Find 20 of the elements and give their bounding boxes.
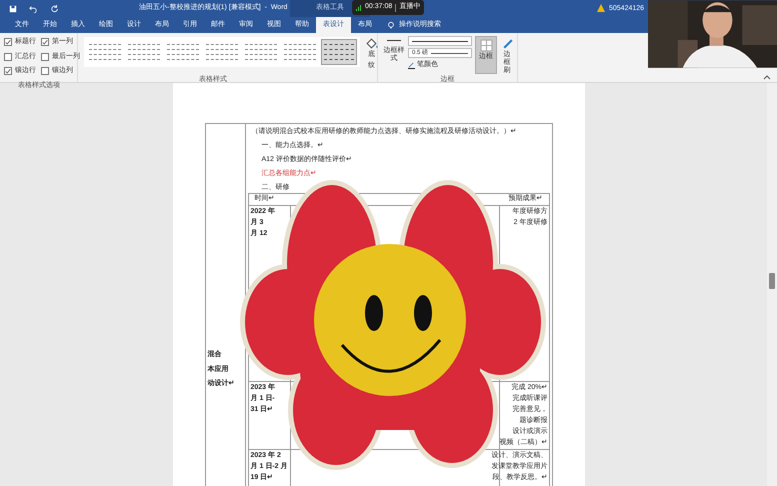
undo-icon[interactable]	[29, 4, 37, 12]
checkbox[interactable]	[4, 67, 12, 76]
save-icon[interactable]	[9, 4, 17, 12]
checkbox[interactable]	[41, 52, 49, 61]
checkbox[interactable]	[4, 38, 12, 46]
signal-icon	[356, 4, 362, 10]
redo-icon[interactable]	[51, 4, 59, 12]
warning-icon	[597, 4, 605, 12]
paint-bucket-icon	[365, 37, 378, 50]
borders-icon	[480, 39, 492, 52]
collapse-ribbon-icon[interactable]	[763, 75, 771, 80]
table-style-thumbnail[interactable]	[321, 39, 357, 65]
brush-icon	[500, 38, 514, 51]
checkbox[interactable]	[4, 52, 12, 61]
pen-icon	[408, 62, 415, 69]
checkbox[interactable]	[41, 67, 49, 76]
lightbulb-icon	[387, 20, 395, 30]
checkbox[interactable]	[41, 38, 49, 46]
line-style-dropdown[interactable]	[408, 36, 472, 46]
scrollbar-thumb[interactable]	[769, 273, 775, 289]
